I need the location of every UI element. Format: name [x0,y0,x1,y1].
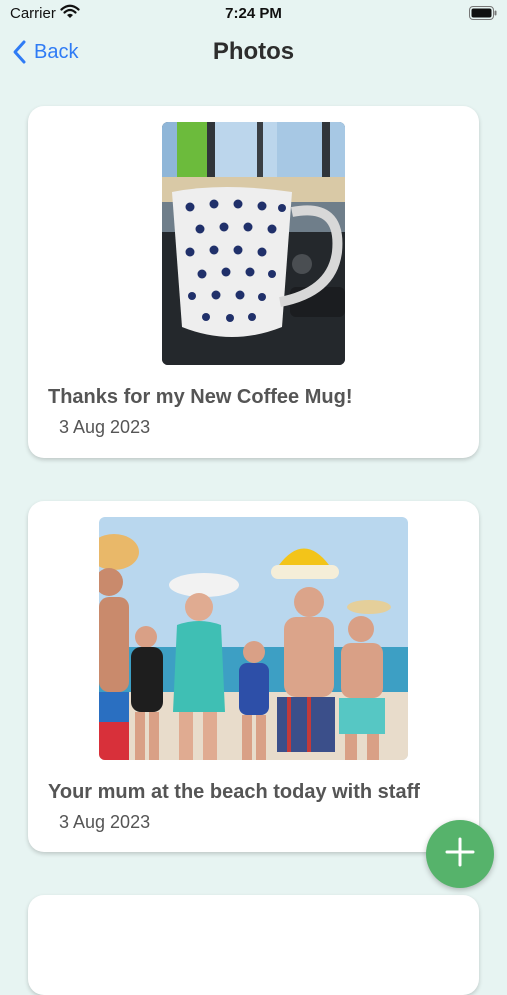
navigation-bar: Back Photos [0,28,507,76]
polka-dot-coffee-mug-photo[interactable] [162,122,345,365]
status-bar: Carrier 7:24 PM [0,0,507,28]
photo-card[interactable]: Your mum at the beach today with staff 3… [28,501,479,852]
post-title: Thanks for my New Coffee Mug! [48,386,353,408]
page-title: Photos [212,38,295,65]
post-title: Your mum at the beach today with staff [48,781,420,803]
seniors-at-beach-photo[interactable] [99,517,408,760]
post-date: 3 Aug 2023 [59,417,151,437]
photo-card[interactable]: Thanks for my New Coffee Mug! 3 Aug 2023 [28,106,479,458]
battery-icon [469,6,497,25]
add-photo-button[interactable] [426,820,494,888]
photo-card[interactable] [28,895,479,995]
post-date: 3 Aug 2023 [59,812,151,832]
status-time: 7:24 PM [225,5,282,22]
plus-icon [443,835,477,874]
